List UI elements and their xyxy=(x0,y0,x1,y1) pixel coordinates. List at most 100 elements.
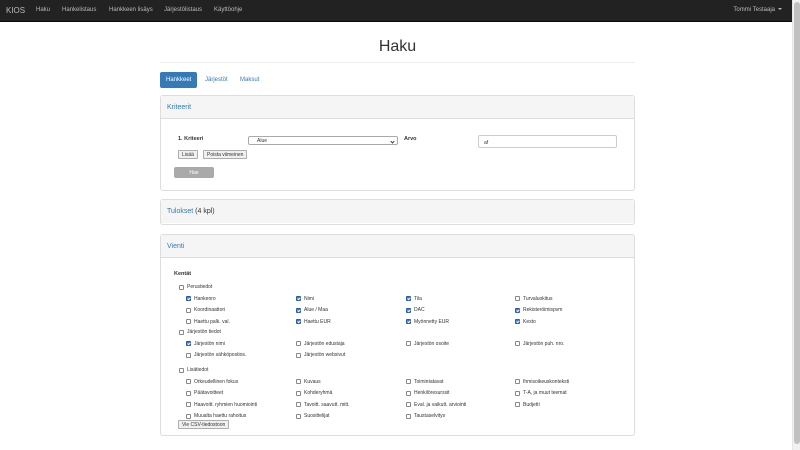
checkbox-checked-icon[interactable] xyxy=(296,296,301,301)
checkbox-henkiloresurssit[interactable]: Henkilöresurssit xyxy=(406,390,450,396)
page-scrollbar[interactable] xyxy=(792,0,800,450)
checkbox-unchecked-icon[interactable] xyxy=(186,307,191,313)
criterion-value-input[interactable]: af xyxy=(478,135,617,148)
checkbox-tavoitt-saavutt-mitt[interactable]: Tavoitt. saavutt. mitt. xyxy=(296,402,350,408)
checkbox-unchecked-icon[interactable] xyxy=(179,329,184,335)
checkbox-unchecked-icon[interactable] xyxy=(515,341,520,346)
checkbox-myonnetty-eur[interactable]: Myönnetty EUR xyxy=(406,319,449,325)
checkbox-checked-icon[interactable] xyxy=(186,341,191,346)
checkbox-label: Haavoitt. ryhmien huomiointi xyxy=(194,401,258,408)
checkbox-lisatiedot[interactable]: Lisätiedot xyxy=(179,367,208,373)
checkbox-hankenro[interactable]: Hankenro xyxy=(186,296,216,302)
checkbox-alue-maa[interactable]: Alue / Maa xyxy=(296,307,328,313)
checkbox-nimi[interactable]: Nimi xyxy=(296,296,314,302)
search-button[interactable]: Hae xyxy=(174,167,214,178)
checkbox-jarjeston-puh-nro[interactable]: Järjestön puh. nro. xyxy=(515,341,564,347)
top-navbar: KIOS Haku Hankelistaus Hankkeen lisäys J… xyxy=(0,0,792,22)
checkbox-t-a-ja-muut-teemat[interactable]: T-A, ja muut teemat xyxy=(515,390,567,396)
checkbox-unchecked-icon[interactable] xyxy=(406,402,411,407)
checkbox-checked-icon[interactable] xyxy=(515,307,520,313)
checkbox-budjetti[interactable]: Budjetti xyxy=(515,402,540,408)
checkbox-unchecked-icon[interactable] xyxy=(406,379,411,384)
results-panel-heading[interactable]: Tulokset (4 kpl) xyxy=(161,200,634,223)
checkbox-suosittelijat[interactable]: Suosittelijat xyxy=(296,413,330,419)
checkbox-unchecked-icon[interactable] xyxy=(296,402,301,407)
user-menu[interactable]: Tommi Testaaja xyxy=(733,7,782,13)
checkbox-unchecked-icon[interactable] xyxy=(406,390,411,396)
checkbox-jarjeston-sahkopostios[interactable]: Järjestön sähköpostios. xyxy=(186,352,246,358)
checkbox-checked-icon[interactable] xyxy=(515,319,520,324)
checkbox-checked-icon[interactable] xyxy=(406,296,411,301)
checkbox-paatavoitteet[interactable]: Päätavoitteet xyxy=(186,390,223,396)
checkbox-checked-icon[interactable] xyxy=(186,296,191,301)
checkbox-haavoitt-ryhmien-huomiointi[interactable]: Haavoitt. ryhmien huomiointi xyxy=(186,402,257,408)
fields-label: Kentät xyxy=(174,271,192,277)
checkbox-jarjeston-nimi[interactable]: Järjestön nimi xyxy=(186,341,225,347)
checkbox-unchecked-icon[interactable] xyxy=(186,413,191,419)
checkbox-unchecked-icon[interactable] xyxy=(296,390,301,396)
checkbox-checked-icon[interactable] xyxy=(296,319,301,324)
checkbox-jarjeston-websivut[interactable]: Järjestön websivut xyxy=(296,352,345,358)
tab-jarjestot[interactable]: Järjestöt xyxy=(199,72,234,88)
checkbox-orkeudellinen-fokus[interactable]: Orkeudellinen fokus xyxy=(186,379,238,385)
export-panel-heading[interactable]: Vienti xyxy=(161,235,634,258)
checkbox-kohderyhma[interactable]: Kohderyhmä xyxy=(296,390,332,396)
checkbox-unchecked-icon[interactable] xyxy=(296,341,301,346)
checkbox-kuvaus[interactable]: Kuvaus xyxy=(296,379,321,385)
checkbox-haettu-eur[interactable]: Haettu EUR xyxy=(296,319,331,325)
nav-item-hankelistaus[interactable]: Hankelistaus xyxy=(62,7,96,13)
checkbox-checked-icon[interactable] xyxy=(296,307,301,313)
criterion-field-select[interactable]: Alue xyxy=(248,136,398,145)
tab-maksut[interactable]: Maksut xyxy=(234,72,265,88)
checkbox-unchecked-icon[interactable] xyxy=(179,367,184,373)
remove-last-criterion-button[interactable]: Poista viimeinen xyxy=(203,150,248,159)
checkbox-taustaselvitys[interactable]: Taustaselvitys xyxy=(406,413,445,419)
checkbox-unchecked-icon[interactable] xyxy=(186,379,191,384)
checkbox-unchecked-icon[interactable] xyxy=(406,341,411,346)
checkbox-toimintatavat[interactable]: Toimintatavat xyxy=(406,379,443,385)
checkbox-unchecked-icon[interactable] xyxy=(186,352,191,358)
checkbox-unchecked-icon[interactable] xyxy=(186,402,191,407)
brand-logo[interactable]: KIOS xyxy=(6,6,25,15)
checkbox-ihmisoikeuskonteksti[interactable]: Ihmisoikeuskonteksti xyxy=(515,379,569,385)
tab-hankkeet[interactable]: Hankkeet xyxy=(160,72,198,88)
checkbox-dac[interactable]: DAC xyxy=(406,307,425,313)
checkbox-checked-icon[interactable] xyxy=(406,319,411,324)
results-heading[interactable]: Tulokset xyxy=(167,208,193,215)
checkbox-checked-icon[interactable] xyxy=(406,307,411,313)
criteria-heading[interactable]: Kriteerit xyxy=(167,104,191,111)
checkbox-unchecked-icon[interactable] xyxy=(186,319,191,324)
checkbox-tila[interactable]: Tila xyxy=(406,296,422,302)
checkbox-eval-ja-vaikutt-arviointi[interactable]: Eval. ja vaikutt. arviointi xyxy=(406,402,466,408)
checkbox-unchecked-icon[interactable] xyxy=(406,413,411,419)
checkbox-kesto[interactable]: Kesto xyxy=(515,319,536,325)
checkbox-turvaluokitus[interactable]: Turvaluokitus xyxy=(515,296,553,302)
checkbox-unchecked-icon[interactable] xyxy=(515,379,520,384)
nav-item-kayttoohje[interactable]: Käyttöohje xyxy=(214,7,242,13)
nav-item-hankkeen-lisays[interactable]: Hankkeen lisäys xyxy=(109,7,153,13)
checkbox-unchecked-icon[interactable] xyxy=(296,379,301,384)
checkbox-jarjeston-osoite[interactable]: Järjestön osoite xyxy=(406,341,449,347)
checkbox-unchecked-icon[interactable] xyxy=(179,284,184,290)
checkbox-label: Järjestön websivut xyxy=(304,352,346,358)
checkbox-unchecked-icon[interactable] xyxy=(515,390,520,396)
nav-item-haku[interactable]: Haku xyxy=(36,7,50,13)
checkbox-unchecked-icon[interactable] xyxy=(296,413,301,419)
criteria-panel-heading[interactable]: Kriteerit xyxy=(161,96,634,119)
add-criterion-button[interactable]: Lisää xyxy=(178,150,198,159)
checkbox-rekisteroimispvm[interactable]: Rekisteröimispvm xyxy=(515,307,562,313)
export-heading[interactable]: Vienti xyxy=(167,243,184,250)
scrollbar-thumb[interactable] xyxy=(794,2,800,444)
checkbox-koordinaattori[interactable]: Koordinaattori xyxy=(186,307,225,313)
checkbox-jarjeston-tiedot[interactable]: Järjestön tiedot xyxy=(179,329,221,335)
checkbox-jarjeston-edustaja[interactable]: Järjestön edustaja xyxy=(296,341,345,347)
checkbox-muualta-haettu-rahoitus[interactable]: Muualta haettu rahoitus xyxy=(186,413,246,419)
export-csv-button[interactable]: Vie CSV-tiedostoon xyxy=(178,420,230,429)
checkbox-unchecked-icon[interactable] xyxy=(515,402,520,407)
checkbox-haettu-palk-val[interactable]: Haettu palk. val. xyxy=(186,319,230,325)
checkbox-perustiedot[interactable]: Perustiedot xyxy=(179,284,212,290)
nav-item-jarjestolistaus[interactable]: Järjestölistaus xyxy=(164,7,202,13)
checkbox-unchecked-icon[interactable] xyxy=(186,390,191,396)
checkbox-unchecked-icon[interactable] xyxy=(296,352,301,358)
checkbox-unchecked-icon[interactable] xyxy=(515,296,520,301)
